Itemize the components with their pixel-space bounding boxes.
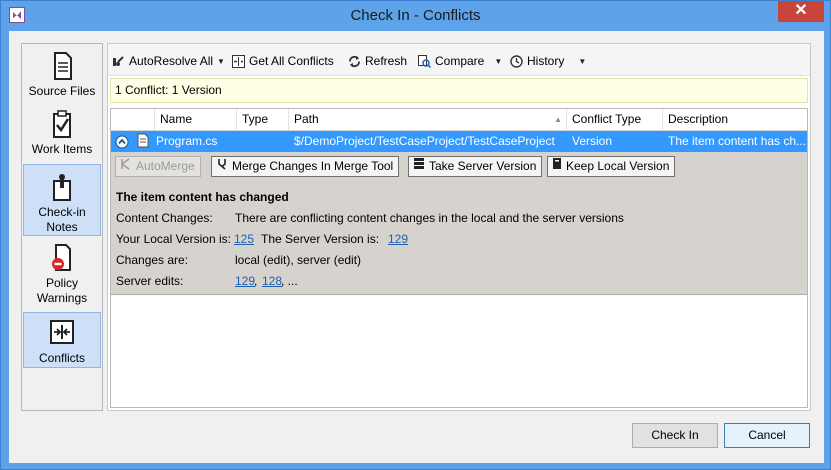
source-files-icon [47,50,77,82]
refresh-button[interactable]: Refresh [348,52,407,70]
conflicts-icon [47,317,77,349]
refresh-label: Refresh [365,54,408,68]
keep-local-version-button[interactable]: Keep Local Version [547,156,676,177]
server-edit-link[interactable]: 129 [235,274,255,288]
changes-are-label: Changes are: [116,253,189,267]
compare-label: Compare [435,54,485,68]
dropdown-arrow-icon[interactable]: ▼ [217,57,225,66]
channel-nav: Source Files Work Items Check-in Notes P… [21,43,103,411]
column-header-description[interactable]: Description [663,109,807,130]
close-button[interactable]: ✕ [778,1,824,22]
conflict-details-pane: AutoMerge Merge Changes In Merge Tool Ta… [111,152,807,295]
nav-item-checkin-notes[interactable]: Check-in Notes [23,164,101,236]
autoresolve-label: AutoResolve All [129,54,214,68]
conflicts-toolbar: AutoResolve All ▼ Get All Conflicts Refr… [108,44,810,76]
column-header-path-label: Path [294,112,319,126]
autoresolve-icon [112,55,125,68]
changes-are-value: local (edit), server (edit) [235,253,362,267]
column-header-conflict-type[interactable]: Conflict Type [567,109,663,130]
local-version-link[interactable]: 125 [234,232,254,246]
cell-conflict-type: Version [572,134,613,148]
conflicts-grid: Name Type Path ▲ Conflict Type Descripti… [110,108,808,408]
merge-tool-label: Merge Changes In Merge Tool [232,159,394,173]
dropdown-arrow-icon[interactable]: ▼ [578,57,586,66]
cell-description: The item content has ch... [668,134,807,148]
keep-local-label: Keep Local Version [566,159,670,173]
compare-button[interactable]: Compare ▼ [418,52,502,70]
compare-icon [418,54,432,68]
column-header-path[interactable]: Path ▲ [289,109,567,130]
server-edit-link[interactable]: 128 [262,274,282,288]
checkin-conflicts-window: Check In - Conflicts ✕ Source Files Work… [0,0,831,470]
merge-tool-icon [216,157,228,176]
nav-item-source-files[interactable]: Source Files [23,50,101,102]
nav-label: Work Items [31,142,93,156]
grid-header: Name Type Path ▲ Conflict Type Descripti… [111,109,807,131]
dialog-client-area: Source Files Work Items Check-in Notes P… [9,31,824,463]
dropdown-arrow-icon[interactable]: ▼ [494,57,502,66]
nav-item-policy-warnings[interactable]: Policy Warnings [23,242,101,308]
autoresolve-all-button[interactable]: AutoResolve All ▼ [112,52,225,70]
nav-label: Check-in Notes [38,205,86,234]
server-edit-separator: , [254,274,258,288]
local-computer-icon [552,157,562,176]
server-version-link[interactable]: 129 [388,232,408,246]
cell-path: $/DemoProject/TestCaseProject/TestCasePr… [294,134,555,148]
column-header-name[interactable]: Name [155,109,237,130]
server-edits-more: , ... [281,274,298,288]
checkin-notes-icon [47,171,77,203]
title-bar[interactable]: Check In - Conflicts ✕ [1,1,830,31]
get-all-conflicts-button[interactable]: Get All Conflicts [232,52,334,70]
content-changes-label: Content Changes: [116,211,213,225]
nav-item-conflicts[interactable]: Conflicts [23,312,101,368]
column-header-type[interactable]: Type [237,109,289,130]
automerge-label: AutoMerge [136,159,195,173]
collapse-row-icon[interactable] [113,131,135,152]
get-conflicts-icon [232,54,245,68]
server-edits-label: Server edits: [116,274,184,288]
window-title: Check In - Conflicts [350,7,481,24]
nav-label: Policy Warnings [36,276,88,305]
content-changes-value: There are conflicting content changes in… [235,211,624,225]
conflicts-panel: AutoResolve All ▼ Get All Conflicts Refr… [107,43,811,411]
history-button[interactable]: History ▼ [510,52,586,70]
nav-label: Conflicts [38,351,85,365]
server-version-label: The Server Version is: [261,232,380,246]
history-icon [510,54,523,68]
nav-item-work-items[interactable]: Work Items [23,108,101,160]
check-in-button[interactable]: Check In [632,423,718,448]
work-items-icon [47,108,77,140]
sort-ascending-icon: ▲ [554,115,562,124]
cell-type [237,131,289,152]
table-row[interactable]: Program.cs $/DemoProject/TestCaseProject… [111,131,807,152]
conflict-summary-bar: 1 Conflict: 1 Version [110,78,808,103]
cell-name: Program.cs [156,134,218,148]
automerge-button[interactable]: AutoMerge [115,156,201,177]
details-heading: The item content has changed [116,190,289,204]
local-version-label: Your Local Version is: [116,232,231,246]
refresh-icon [348,55,361,68]
column-header-expander [111,109,155,130]
cancel-button[interactable]: Cancel [724,423,810,448]
history-label: History [527,54,565,68]
server-icon [413,157,425,176]
take-server-label: Take Server Version [429,159,537,173]
take-server-version-button[interactable]: Take Server Version [408,156,543,177]
get-all-conflicts-label: Get All Conflicts [249,54,334,68]
policy-warnings-icon [47,242,77,274]
merge-in-merge-tool-button[interactable]: Merge Changes In Merge Tool [211,156,400,177]
nav-label: Source Files [28,84,96,98]
automerge-icon [120,157,132,176]
